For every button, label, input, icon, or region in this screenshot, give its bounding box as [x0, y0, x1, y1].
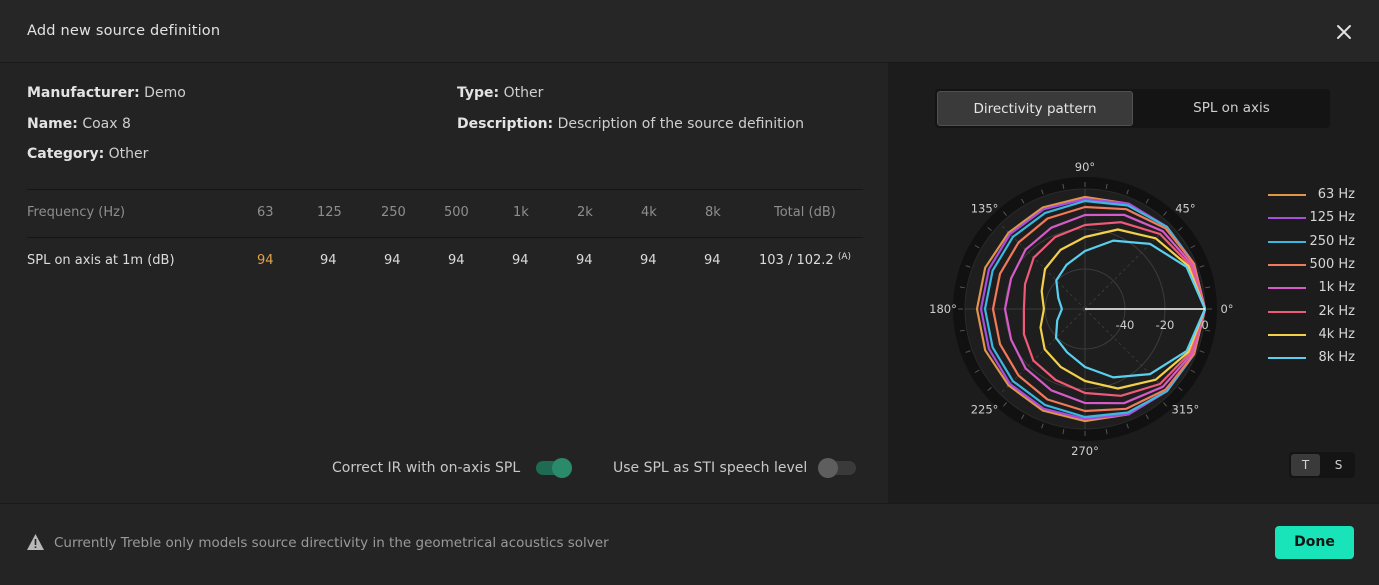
- description-field: Description: Description of the source d…: [457, 116, 804, 132]
- s-button[interactable]: S: [1324, 454, 1353, 476]
- total-cell: 103 / 102.2 (A): [759, 252, 852, 268]
- legend-swatch: [1268, 263, 1306, 266]
- angular-tick-label: 0°: [1220, 302, 1233, 316]
- legend-swatch: [1268, 217, 1306, 220]
- tab-spl-on-axis[interactable]: SPL on axis: [1135, 91, 1328, 126]
- legend-label: 2k Hz: [1318, 303, 1355, 319]
- description-value: Description of the source definition: [557, 116, 805, 132]
- angular-tick-label: 315°: [1172, 402, 1200, 416]
- type-value: Other: [503, 85, 544, 101]
- spl-cell: 94: [384, 253, 401, 268]
- column-header: 250: [381, 205, 406, 220]
- spl-row-label: SPL on axis at 1m (dB): [27, 253, 175, 268]
- legend-item: 500 Hz: [1268, 255, 1363, 275]
- legend-label: 125 Hz: [1309, 210, 1355, 226]
- close-icon[interactable]: [1332, 20, 1356, 44]
- legend-label: 500 Hz: [1309, 256, 1355, 272]
- legend-item: 125 Hz: [1268, 208, 1363, 228]
- name-label: Name:: [27, 116, 78, 132]
- solver-note: Currently Treble only models source dire…: [54, 535, 609, 551]
- toggle-knob: [818, 458, 838, 478]
- manufacturer-field: Manufacturer: Demo: [27, 85, 186, 101]
- spl-cell: 94: [512, 253, 529, 268]
- radial-tick-label: -20: [1156, 318, 1175, 332]
- legend-label: 8k Hz: [1318, 350, 1355, 366]
- table-header-divider: [27, 237, 863, 238]
- toggle-knob: [552, 458, 572, 478]
- spl-cell: 94: [257, 253, 274, 268]
- legend-item: 250 Hz: [1268, 232, 1363, 252]
- column-header: 4k: [641, 205, 657, 220]
- column-header: 500: [444, 205, 469, 220]
- name-value: Coax 8: [82, 116, 131, 132]
- legend-item: 4k Hz: [1268, 325, 1363, 345]
- manufacturer-value: Demo: [144, 85, 186, 101]
- angular-tick-label: 45°: [1175, 202, 1195, 216]
- legend-swatch: [1268, 194, 1306, 196]
- angular-tick-label: 90°: [1075, 160, 1095, 174]
- angular-tick-label: 225°: [971, 402, 999, 416]
- t-button[interactable]: T: [1291, 454, 1320, 476]
- directivity-polar-chart: 0° 45° 90° 135° 180° 225° 270° 315° -40 -20 0: [929, 160, 1233, 458]
- category-value: Other: [108, 146, 149, 162]
- legend-label: 4k Hz: [1318, 326, 1355, 342]
- angular-tick-label: 180°: [929, 302, 957, 316]
- legend-item: 1k Hz: [1268, 278, 1363, 298]
- category-label: Category:: [27, 146, 105, 162]
- legend-swatch: [1268, 240, 1306, 243]
- done-button[interactable]: Done: [1275, 526, 1354, 559]
- total-weighting: (A): [837, 252, 852, 262]
- spl-cell: 94: [704, 253, 721, 268]
- spl-cell: 94: [448, 253, 465, 268]
- legend-swatch: [1268, 287, 1306, 290]
- radial-tick-label: -40: [1116, 318, 1135, 332]
- legend-item: 2k Hz: [1268, 302, 1363, 322]
- legend-swatch: [1268, 357, 1306, 360]
- angular-tick-label: 270°: [1071, 444, 1099, 458]
- modal-header: Add new source definition: [0, 0, 1379, 63]
- name-field: Name: Coax 8: [27, 116, 131, 132]
- column-header: 8k: [705, 205, 721, 220]
- legend-label: 1k Hz: [1318, 280, 1355, 296]
- modal-title: Add new source definition: [27, 23, 221, 39]
- legend-item: 8k Hz: [1268, 348, 1363, 368]
- tab-directivity-pattern[interactable]: Directivity pattern: [937, 91, 1133, 126]
- legend-label: 250 Hz: [1309, 233, 1355, 249]
- legend-swatch: [1268, 310, 1306, 313]
- chart-view-tabs: Directivity pattern SPL on axis: [935, 89, 1330, 128]
- type-field: Type: Other: [457, 85, 543, 101]
- total-header: Total (dB): [774, 205, 836, 220]
- spl-cell: 94: [640, 253, 657, 268]
- use-spl-toggle[interactable]: [818, 458, 856, 478]
- spl-cell: 94: [320, 253, 337, 268]
- radial-tick-label: 0: [1201, 318, 1208, 332]
- category-field: Category: Other: [27, 146, 148, 162]
- correct-ir-toggle[interactable]: [536, 458, 572, 478]
- legend-item: 63 Hz: [1268, 185, 1363, 205]
- legend-swatch: [1268, 333, 1306, 336]
- angular-tick-label: 135°: [971, 202, 999, 216]
- frequency-header: Frequency (Hz): [27, 205, 126, 220]
- spl-cell: 94: [576, 253, 593, 268]
- column-header: 2k: [577, 205, 593, 220]
- legend-label: 63 Hz: [1317, 187, 1355, 202]
- warning-icon: [27, 534, 44, 550]
- column-header: 125: [317, 205, 342, 220]
- total-value: 103 / 102.2: [759, 253, 834, 268]
- correct-ir-label: Correct IR with on-axis SPL: [332, 460, 521, 476]
- t-s-toggle: T S: [1289, 452, 1355, 478]
- use-spl-label: Use SPL as STI speech level: [613, 460, 808, 476]
- table-top-divider: [27, 189, 863, 190]
- column-header: 1k: [513, 205, 529, 220]
- type-label: Type:: [457, 85, 500, 101]
- description-label: Description:: [457, 116, 554, 132]
- column-header: 63: [257, 205, 274, 220]
- manufacturer-label: Manufacturer:: [27, 85, 140, 101]
- source-definition-modal: Add new source definition Manufacturer: …: [0, 0, 1379, 585]
